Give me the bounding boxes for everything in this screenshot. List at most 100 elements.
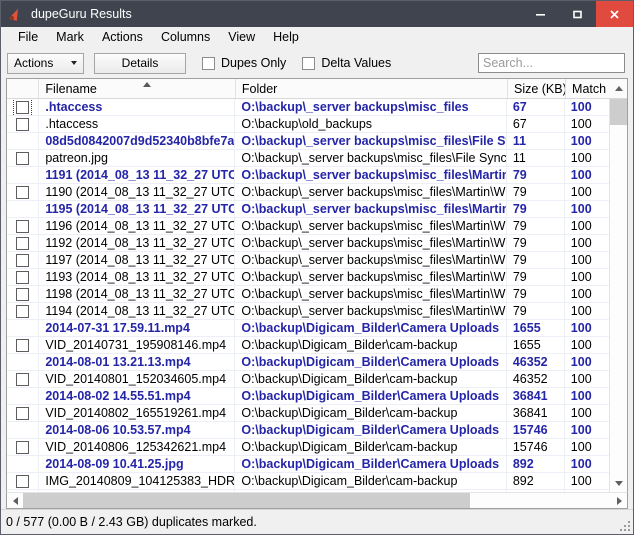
row-checkbox[interactable] (16, 237, 29, 250)
cell-filename: 2014-08-02 14.55.51.mp4 (39, 388, 235, 404)
table-row[interactable]: 1194 (2014_08_13 11_32_27 UTC).001O:\bac… (7, 303, 609, 320)
row-checkbox-cell[interactable] (7, 235, 39, 251)
search-input[interactable]: Search... (478, 53, 625, 73)
cell-filename: 1198 (2014_08_13 11_32_27 UTC).001 (39, 286, 235, 302)
column-header-folder[interactable]: Folder (236, 79, 508, 98)
row-checkbox-cell (7, 456, 39, 472)
row-checkbox[interactable] (16, 220, 29, 233)
row-checkbox-cell (7, 422, 39, 438)
table-row[interactable]: 2014-08-06 10.53.57.mp4O:\backup\Digicam… (7, 422, 609, 439)
scroll-right-button[interactable] (611, 493, 627, 508)
table-row[interactable]: 08d5d0842007d9d52340b8bfe7a02...O:\backu… (7, 133, 609, 150)
delta-values-checkbox-box[interactable] (302, 57, 315, 70)
close-icon[interactable] (596, 1, 633, 27)
delta-values-checkbox[interactable]: Delta Values (302, 56, 391, 70)
table-row[interactable]: IMG_20140809_104125383_HDR.jpgO:\backup\… (7, 473, 609, 490)
dupes-only-checkbox[interactable]: Dupes Only (202, 56, 286, 70)
details-button[interactable]: Details (94, 53, 186, 74)
row-checkbox[interactable] (16, 186, 29, 199)
cell-folder: O:\backup\Digicam_Bilder\cam-backup (235, 473, 506, 489)
resize-grip-icon[interactable] (620, 521, 630, 531)
vertical-scrollbar-thumb[interactable] (610, 99, 627, 125)
row-checkbox[interactable] (16, 254, 29, 267)
cell-match: 100 (565, 473, 609, 489)
cell-match: 100 (565, 354, 609, 370)
sort-ascending-icon (143, 82, 151, 87)
table-row[interactable]: .htaccessO:\backup\old_backups67100 (7, 116, 609, 133)
vertical-scrollbar[interactable] (609, 99, 627, 492)
horizontal-scrollbar-thumb[interactable] (23, 493, 470, 508)
scroll-down-button[interactable] (610, 475, 627, 492)
column-header-filename[interactable]: Filename (39, 79, 235, 98)
cell-filename: VID_20140801_152034605.mp4 (39, 371, 235, 387)
row-checkbox[interactable] (16, 305, 29, 318)
cell-folder: O:\backup\Digicam_Bilder\Camera Uploads (235, 388, 506, 404)
row-checkbox-cell[interactable] (7, 116, 39, 132)
table-row[interactable]: 1192 (2014_08_13 11_32_27 UTC).001O:\bac… (7, 235, 609, 252)
table-row[interactable]: VID_20140802_165519261.mp4O:\backup\Digi… (7, 405, 609, 422)
row-checkbox[interactable] (16, 441, 29, 454)
row-checkbox[interactable] (16, 373, 29, 386)
row-checkbox[interactable] (16, 339, 29, 352)
actions-dropdown-label: Actions (14, 56, 53, 70)
table-row[interactable]: 1191 (2014_08_13 11_32_27 UTC).001O:\bac… (7, 167, 609, 184)
table-row[interactable]: 1190 (2014_08_13 11_32_27 UTC).001O:\bac… (7, 184, 609, 201)
row-checkbox[interactable] (16, 152, 29, 165)
table-row[interactable]: 2014-08-02 14.55.51.mp4O:\backup\Digicam… (7, 388, 609, 405)
row-checkbox-cell[interactable] (7, 286, 39, 302)
cell-filename: 2014-08-09 10.41.25.jpg (39, 456, 235, 472)
row-checkbox[interactable] (16, 288, 29, 301)
row-checkbox-cell[interactable] (7, 303, 39, 319)
table-row[interactable]: VID_20140801_152034605.mp4O:\backup\Digi… (7, 371, 609, 388)
row-checkbox-cell[interactable] (7, 150, 39, 166)
horizontal-scrollbar[interactable] (6, 492, 628, 509)
menu-item-mark[interactable]: Mark (47, 28, 93, 47)
table-row[interactable]: 1195 (2014_08_13 11_32_27 UTC).001O:\bac… (7, 201, 609, 218)
row-checkbox-cell[interactable] (7, 371, 39, 387)
scroll-up-header-icon[interactable] (610, 79, 627, 98)
table-row[interactable]: 2014-08-09 10.41.25.jpgO:\backup\Digicam… (7, 456, 609, 473)
actions-dropdown-button[interactable]: Actions (7, 53, 84, 74)
cell-match: 100 (565, 99, 609, 115)
cell-size: 79 (507, 201, 565, 217)
vertical-scrollbar-track[interactable] (610, 99, 627, 475)
row-checkbox-cell[interactable] (7, 439, 39, 455)
table-row[interactable]: VID_20140731_195908146.mp4O:\backup\Digi… (7, 337, 609, 354)
row-checkbox[interactable] (16, 475, 29, 488)
table-row[interactable]: patreon.jpgO:\backup\_server backups\mis… (7, 150, 609, 167)
table-row[interactable]: 1193 (2014_08_13 11_32_27 UTC).001O:\bac… (7, 269, 609, 286)
table-row[interactable]: 2014-07-31 17.59.11.mp4O:\backup\Digicam… (7, 320, 609, 337)
row-checkbox-cell[interactable] (7, 252, 39, 268)
dupes-only-checkbox-box[interactable] (202, 57, 215, 70)
table-row[interactable]: 1196 (2014_08_13 11_32_27 UTC).001O:\bac… (7, 218, 609, 235)
row-checkbox-cell[interactable] (7, 99, 39, 115)
row-checkbox[interactable] (16, 407, 29, 420)
row-checkbox-cell[interactable] (7, 269, 39, 285)
row-checkbox-cell[interactable] (7, 337, 39, 353)
cell-match: 100 (565, 201, 609, 217)
table-row[interactable]: 2014-08-01 13.21.13.mp4O:\backup\Digicam… (7, 354, 609, 371)
row-checkbox[interactable] (16, 101, 29, 114)
row-checkbox-cell[interactable] (7, 184, 39, 200)
menu-item-help[interactable]: Help (264, 28, 308, 47)
column-header-match[interactable]: Match (566, 79, 610, 98)
menu-item-columns[interactable]: Columns (152, 28, 219, 47)
cell-size: 11 (507, 150, 565, 166)
menu-item-actions[interactable]: Actions (93, 28, 152, 47)
table-row[interactable]: 1198 (2014_08_13 11_32_27 UTC).001O:\bac… (7, 286, 609, 303)
scroll-left-button[interactable] (7, 493, 23, 508)
row-checkbox-cell[interactable] (7, 405, 39, 421)
row-checkbox[interactable] (16, 271, 29, 284)
row-checkbox[interactable] (16, 118, 29, 131)
menu-item-file[interactable]: File (9, 28, 47, 47)
maximize-icon[interactable] (559, 1, 596, 27)
row-checkbox-cell[interactable] (7, 473, 39, 489)
table-row[interactable]: VID_20140806_125342621.mp4O:\backup\Digi… (7, 439, 609, 456)
table-row[interactable]: .htaccessO:\backup\_server backups\misc_… (7, 99, 609, 116)
minimize-icon[interactable] (522, 1, 559, 27)
horizontal-scrollbar-track[interactable] (23, 493, 611, 508)
menu-item-view[interactable]: View (219, 28, 264, 47)
table-row[interactable]: 1197 (2014_08_13 11_32_27 UTC).001O:\bac… (7, 252, 609, 269)
row-checkbox-cell[interactable] (7, 218, 39, 234)
column-header-size[interactable]: Size (KB) (508, 79, 566, 98)
